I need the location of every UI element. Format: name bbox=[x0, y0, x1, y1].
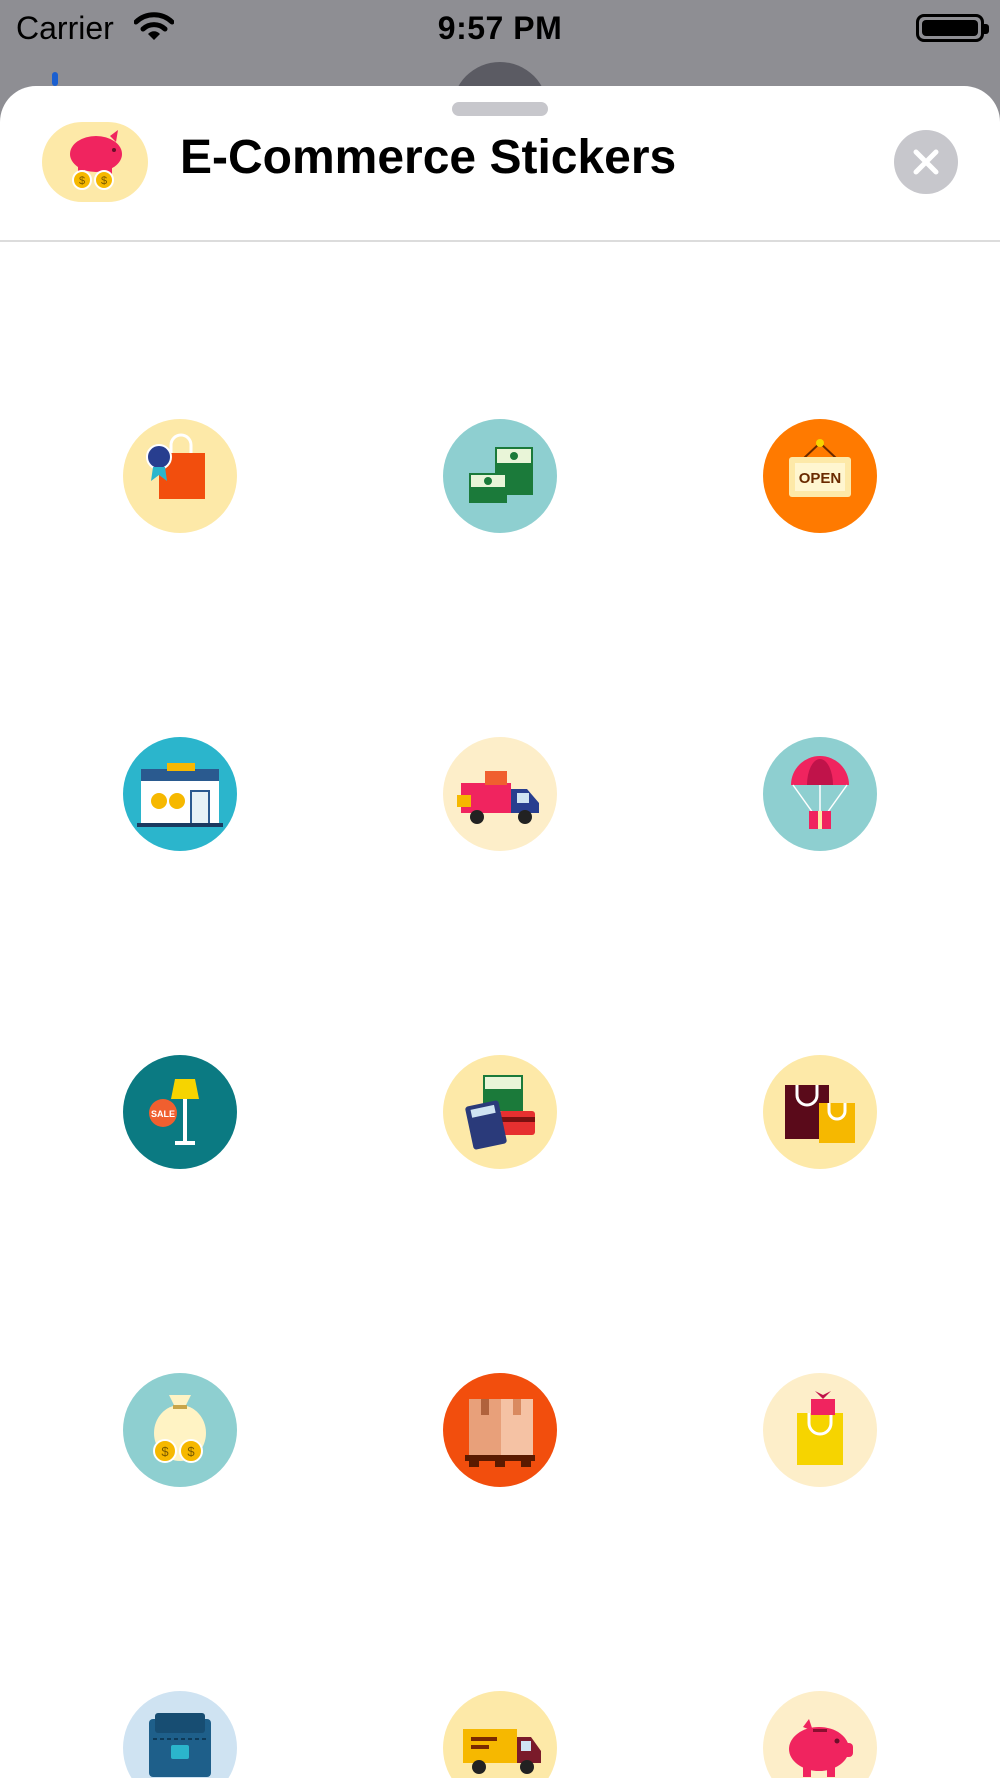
svg-text:SALE: SALE bbox=[151, 1109, 175, 1119]
svg-text:OPEN: OPEN bbox=[799, 470, 842, 487]
status-bar: Carrier 9:57 PM bbox=[0, 0, 1000, 56]
delivery-van-icon[interactable] bbox=[443, 1691, 557, 1778]
delivery-truck-icon[interactable] bbox=[443, 737, 557, 851]
fragile-boxes-icon[interactable] bbox=[443, 1373, 557, 1487]
battery-icon bbox=[916, 14, 989, 42]
sheet-header: $ $ E-Commerce Stickers bbox=[0, 86, 1000, 242]
shopping-bags-icon[interactable] bbox=[763, 1055, 877, 1169]
piggy-bank-coins-icon: $ $ bbox=[42, 122, 148, 202]
close-button[interactable] bbox=[894, 130, 958, 194]
svg-text:$: $ bbox=[187, 1444, 195, 1459]
svg-text:$: $ bbox=[161, 1444, 169, 1459]
page-title: E-Commerce Stickers bbox=[180, 131, 677, 184]
wallet-icon[interactable] bbox=[123, 1691, 237, 1778]
storefront-icon[interactable] bbox=[123, 737, 237, 851]
open-sign-icon[interactable]: OPEN bbox=[763, 419, 877, 533]
sticker-sheet: $ $ E-Commerce Stickers OPEN SALE $ $ bbox=[0, 86, 1000, 1778]
parachute-gift-icon[interactable] bbox=[763, 737, 877, 851]
svg-text:$: $ bbox=[101, 175, 107, 187]
shopping-bag-award-icon[interactable] bbox=[123, 419, 237, 533]
piggy-bank-icon[interactable] bbox=[763, 1691, 877, 1778]
back-chevron-icon bbox=[52, 72, 58, 86]
money-bag-icon[interactable]: $ $ bbox=[123, 1373, 237, 1487]
close-x-icon bbox=[913, 149, 939, 175]
gift-bag-icon[interactable] bbox=[763, 1373, 877, 1487]
cash-stacks-icon[interactable] bbox=[443, 419, 557, 533]
svg-text:$: $ bbox=[79, 175, 85, 187]
sale-lamp-icon[interactable]: SALE bbox=[123, 1055, 237, 1169]
status-time: 9:57 PM bbox=[437, 10, 563, 46]
calculator-money-card-icon[interactable] bbox=[443, 1055, 557, 1169]
